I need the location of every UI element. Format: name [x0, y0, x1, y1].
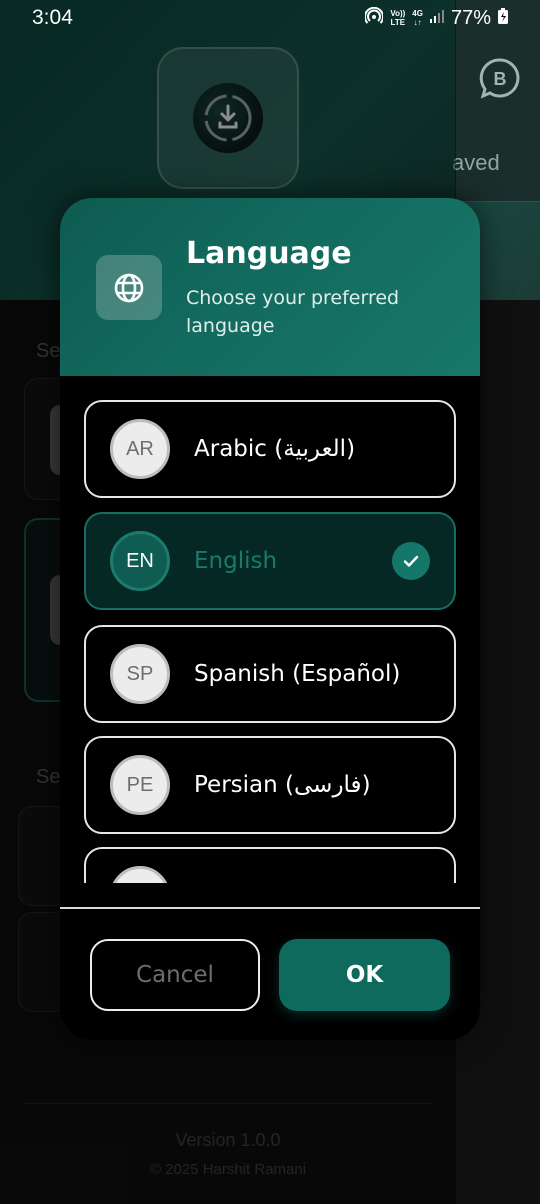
- dialog-header: Language Choose your preferred language: [60, 198, 480, 376]
- svg-text:B: B: [494, 69, 507, 89]
- language-code-badge: EN: [110, 531, 170, 591]
- language-option-partial[interactable]: [84, 847, 456, 883]
- language-code-badge: PE: [110, 755, 170, 815]
- language-name: Persian (فارسی): [194, 772, 371, 798]
- language-option-persian[interactable]: PE Persian (فارسی): [84, 736, 456, 834]
- cancel-button[interactable]: Cancel: [90, 939, 260, 1011]
- ok-button[interactable]: OK: [279, 939, 450, 1011]
- dialog-title: Language: [186, 236, 352, 271]
- signal-icon: [429, 9, 444, 28]
- globe-icon: [96, 255, 162, 320]
- language-name: English: [194, 548, 278, 574]
- language-option-english[interactable]: EN English: [84, 512, 456, 610]
- language-name: Arabic (العربية): [194, 436, 356, 462]
- language-option-arabic[interactable]: AR Arabic (العربية): [84, 400, 456, 498]
- language-list[interactable]: AR Arabic (العربية) EN English SP Spanis…: [84, 400, 456, 883]
- language-code-badge: SP: [110, 644, 170, 704]
- battery-percent: 77%: [450, 6, 491, 29]
- whatsapp-business-icon: B: [478, 56, 522, 104]
- dialog-divider: [60, 907, 480, 909]
- checkmark-icon: [392, 542, 430, 580]
- network-bottom-text: ↓↑: [413, 18, 422, 27]
- volte-top-text: Vo)): [390, 9, 406, 18]
- language-code-badge: [110, 866, 170, 883]
- saved-tab-label: aved: [452, 150, 500, 175]
- hotspot-icon: [364, 6, 385, 30]
- language-dialog: Language Choose your preferred language …: [60, 198, 480, 1040]
- language-option-spanish[interactable]: SP Spanish (Español): [84, 625, 456, 723]
- volte-indicator: Vo)) LTE: [390, 9, 405, 27]
- status-icons: Vo)) LTE 4G ↓↑ 77%: [364, 6, 508, 30]
- volte-bottom-text: LTE: [390, 18, 406, 27]
- network-type-indicator: 4G ↓↑: [412, 9, 423, 27]
- status-time: 3:04: [32, 6, 73, 29]
- language-name: Spanish (Español): [194, 661, 401, 687]
- status-bar: 3:04 Vo)) LTE 4G ↓↑ 77%: [0, 0, 540, 36]
- battery-charging-icon: [498, 7, 508, 29]
- language-code-badge: AR: [110, 419, 170, 479]
- dialog-subtitle: Choose your preferred language: [186, 287, 400, 337]
- network-top-text: 4G: [412, 9, 423, 18]
